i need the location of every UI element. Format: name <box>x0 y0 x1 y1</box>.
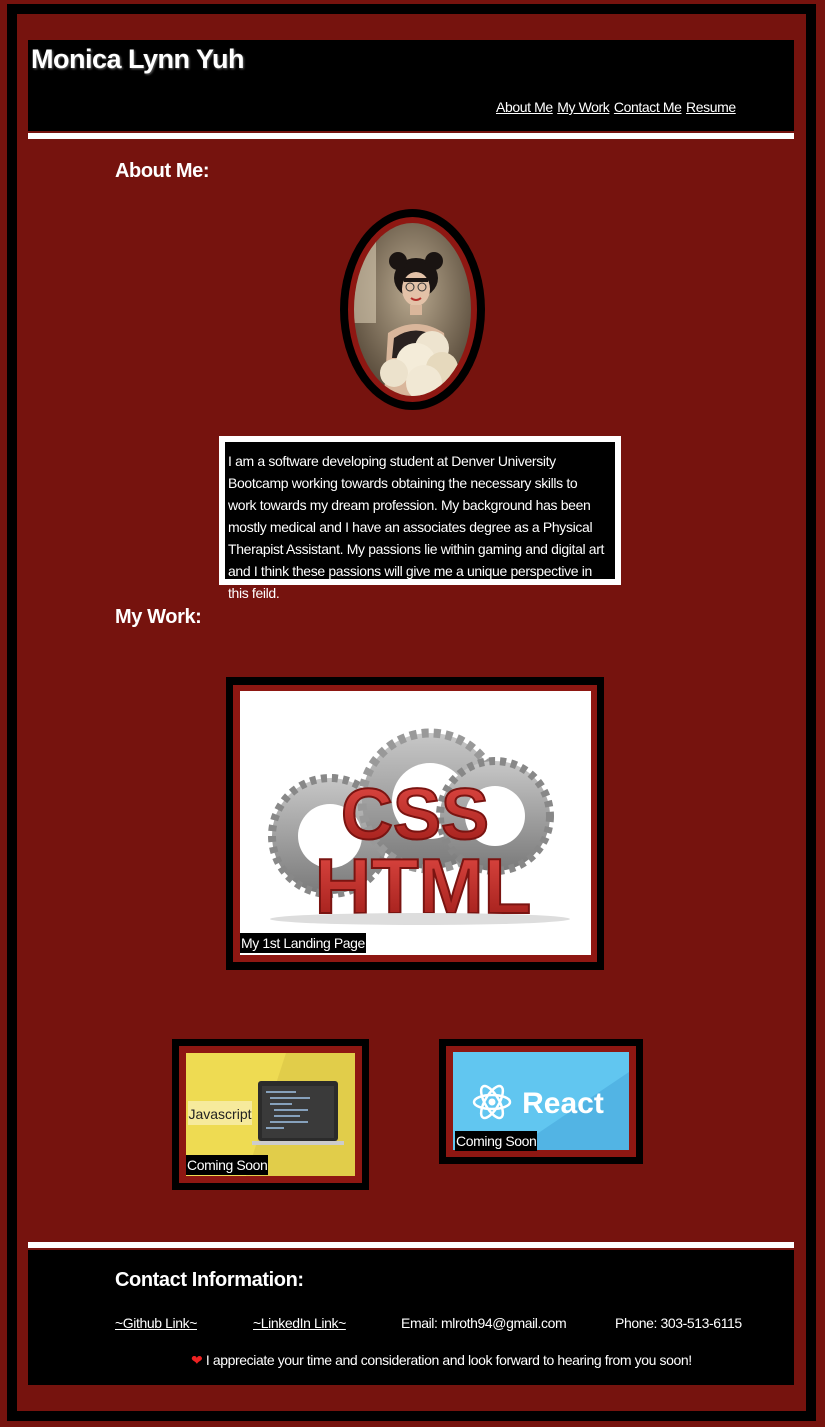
contact-footer: Contact Information: ~Github Link~ ~Link… <box>28 1250 794 1385</box>
project-caption: Coming Soon <box>186 1155 269 1175</box>
portrait-frame <box>340 209 485 410</box>
nav-resume[interactable]: Resume <box>686 99 736 115</box>
profile-photo <box>354 223 471 396</box>
contact-email: Email: mlroth94@gmail.com <box>401 1315 567 1331</box>
footer-divider <box>28 1242 794 1248</box>
project-card-javascript[interactable]: Javascript Coming Soon <box>172 1039 369 1190</box>
project-card-react[interactable]: React Coming Soon <box>439 1039 643 1164</box>
contact-heading: Contact Information: <box>115 1269 304 1291</box>
site-title: Monica Lynn Yuh <box>31 44 245 74</box>
javascript-label: Javascript <box>188 1106 251 1122</box>
project-caption: My 1st Landing Page <box>240 933 366 953</box>
main-nav: About Me My Work Contact Me Resume <box>496 99 737 115</box>
heart-icon: ❤ <box>191 1352 203 1368</box>
github-link[interactable]: ~Github Link~ <box>115 1315 197 1331</box>
project-card-landing-page[interactable]: CSS HTML My 1st Landing Page <box>226 677 604 970</box>
footer-message-text: I appreciate your time and consideration… <box>205 1352 692 1368</box>
header-divider <box>28 133 794 139</box>
work-heading: My Work: <box>115 606 202 628</box>
project-image-html-css: CSS HTML <box>240 691 591 955</box>
project-caption: Coming Soon <box>455 1131 538 1151</box>
contact-phone: Phone: 303-513-6115 <box>615 1315 742 1331</box>
about-bio: I am a software developing student at De… <box>225 442 615 601</box>
about-heading: About Me: <box>115 160 210 182</box>
nav-my-work[interactable]: My Work <box>557 99 610 115</box>
nav-contact-me[interactable]: Contact Me <box>614 99 682 115</box>
site-header: Monica Lynn Yuh About Me My Work Contact… <box>28 40 794 131</box>
about-text-box: I am a software developing student at De… <box>219 436 621 601</box>
footer-message: ❤ I appreciate your time and considerati… <box>191 1352 692 1369</box>
nav-about-me[interactable]: About Me <box>496 99 553 115</box>
linkedin-link[interactable]: ~LinkedIn Link~ <box>253 1315 346 1331</box>
react-label: React <box>522 1087 604 1120</box>
